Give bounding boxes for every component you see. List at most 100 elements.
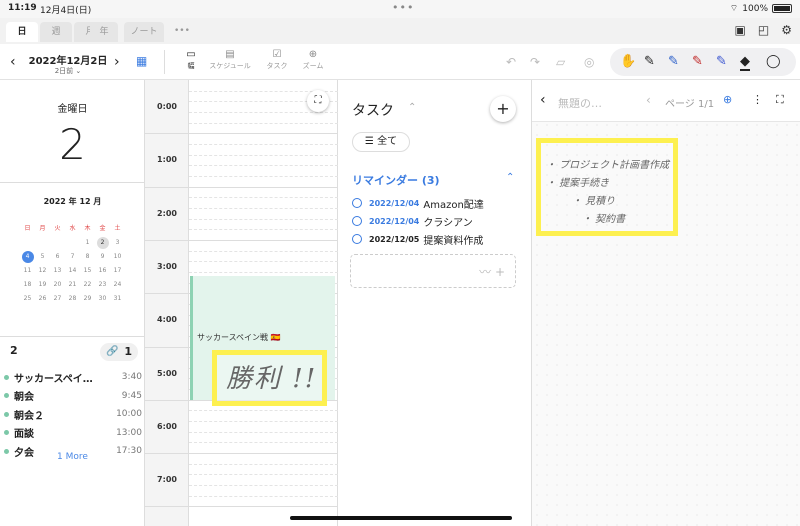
calendar-day[interactable]: 5 [35, 250, 50, 264]
mini-calendar-month[interactable]: 2022 年 12 月 [0, 196, 145, 207]
calendar-day-number: 26 [38, 295, 47, 302]
reminder-header[interactable]: リマインダー (3) [352, 172, 440, 188]
calendar-day[interactable]: 1 [80, 236, 95, 250]
calendar-day[interactable]: 19 [35, 278, 50, 292]
calendar-day[interactable]: 30 [95, 292, 110, 306]
undo-icon[interactable]: ↶ [506, 55, 516, 69]
calendar-day[interactable]: 3 [110, 236, 125, 250]
event-title: 面談 [14, 429, 34, 441]
calendar-day[interactable]: 29 [80, 292, 95, 306]
calendar-day[interactable]: 22 [80, 278, 95, 292]
highlighter-icon[interactable]: ✎ [716, 54, 727, 69]
reminder-item[interactable]: 2022/12/04 Amazon配達 [352, 194, 527, 212]
calendar-day[interactable]: 27 [50, 292, 65, 306]
sub-hour-line [189, 474, 338, 476]
pen-black-icon[interactable]: ✎ [644, 54, 655, 69]
calendar-day[interactable]: 23 [95, 278, 110, 292]
sub-hour-line [189, 207, 338, 209]
date-relative[interactable]: 2日前 ⌄ [26, 66, 110, 76]
gear-icon[interactable]: ⚙ [781, 23, 792, 37]
calendar-day[interactable]: 16 [95, 264, 110, 278]
new-note-icon[interactable]: ▣ [735, 23, 746, 37]
chevron-up-icon[interactable]: ⌃ [408, 102, 416, 113]
new-window-icon[interactable]: ◰ [758, 23, 769, 37]
calendar-day[interactable]: 4 [20, 250, 35, 264]
prev-day-button[interactable]: ‹ [10, 54, 16, 70]
calendar-day-number: 7 [70, 253, 75, 260]
calendar-day[interactable]: 9 [95, 250, 110, 264]
calendar-day[interactable]: 28 [65, 292, 80, 306]
calendar-day[interactable]: 11 [20, 264, 35, 278]
home-indicator[interactable] [290, 516, 512, 520]
tool-zoom-button[interactable]: ⊕ ズーム [298, 49, 328, 71]
calendar-day[interactable]: 2 [95, 236, 110, 250]
calendar-day[interactable]: 8 [80, 250, 95, 264]
reminder-checkbox[interactable] [352, 234, 362, 244]
calendar-today-icon[interactable]: ▦ [136, 54, 147, 68]
event-list-item[interactable]: 朝会 9:45 [4, 387, 142, 406]
more-events-link[interactable]: 1 More [0, 452, 145, 462]
calendar-day [20, 236, 35, 250]
list-icon: ☰ [364, 136, 374, 147]
back-icon[interactable]: ‹ [540, 92, 546, 108]
calendar-day[interactable]: 26 [35, 292, 50, 306]
calendar-day[interactable]: 6 [50, 250, 65, 264]
expand-icon[interactable]: ⛶ [776, 93, 784, 107]
calendar-day-number: 10 [113, 253, 122, 260]
event-list-item[interactable]: 朝会２ 10:00 [4, 405, 142, 424]
more-menu-icon[interactable]: ⋮ [752, 93, 763, 106]
calendar-day[interactable]: 17 [110, 264, 125, 278]
calendar-day[interactable]: 13 [50, 264, 65, 278]
calendar-day[interactable]: 24 [110, 278, 125, 292]
calendar-day[interactable]: 15 [80, 264, 95, 278]
add-task-button[interactable]: + [490, 96, 516, 122]
reminder-item[interactable]: 2022/12/04 クラシアン [352, 212, 527, 230]
prev-page-icon[interactable]: ‹ [646, 93, 651, 107]
date-title[interactable]: 2022年12月2日 [26, 52, 110, 67]
event-list-item[interactable]: 面談 13:00 [4, 424, 142, 443]
ruler-icon[interactable]: ▱ [556, 55, 565, 69]
pen-red-icon[interactable]: ✎ [692, 54, 703, 69]
eraser-icon[interactable]: ◆ [740, 54, 750, 71]
calendar-day[interactable]: 18 [20, 278, 35, 292]
lasso-select-icon[interactable]: ◎ [584, 55, 594, 69]
calendar-day[interactable]: 7 [65, 250, 80, 264]
tool-width-button[interactable]: ▭ 幅 [180, 49, 202, 71]
more-tabs-icon[interactable]: ••• [174, 26, 190, 36]
hand-icon[interactable]: ✋ [620, 54, 636, 69]
calendar-day[interactable]: 25 [20, 292, 35, 306]
add-page-icon[interactable]: ⊕ [723, 93, 732, 106]
calendar-day-number: 30 [98, 295, 107, 302]
task-filter-button[interactable]: ☰ 全て [352, 132, 410, 152]
date-relative-text: 2日前 [54, 67, 74, 75]
note-title[interactable]: 無題の… [558, 95, 602, 111]
reminder-item[interactable]: 2022/12/05 提案資料作成 [352, 230, 527, 248]
calendar-day[interactable]: 31 [110, 292, 125, 306]
linked-count-badge[interactable]: 🔗 1 [100, 343, 138, 361]
tool-task-button[interactable]: ☑ タスク [262, 49, 292, 71]
calendar-day[interactable]: 12 [35, 264, 50, 278]
expand-icon[interactable]: ⛶ [307, 90, 329, 112]
tab-day[interactable]: 日 [6, 22, 38, 42]
calendar-day[interactable]: 21 [65, 278, 80, 292]
calendar-day[interactable]: 20 [50, 278, 65, 292]
redo-icon[interactable]: ↷ [530, 55, 540, 69]
tab-year[interactable]: 年 [90, 22, 118, 42]
day-timeline[interactable]: 0:00 1:00 2:00 3:00 4:00 5:00 6:00 7:00 サッカースペイン… [145, 80, 338, 526]
event-list-item[interactable]: サッカースペイ… 3:40 [4, 368, 142, 387]
chevron-up-icon[interactable]: ⌃ [506, 172, 514, 183]
multitask-dots-icon[interactable]: ••• [392, 1, 414, 14]
calendar-day[interactable]: 14 [65, 264, 80, 278]
tab-week[interactable]: 週 [40, 22, 72, 42]
reminder-checkbox[interactable] [352, 198, 362, 208]
lasso-icon[interactable]: ◯ [766, 54, 781, 69]
note-panel[interactable]: ‹ 無題の… ‹ ページ 1/1 ⊕ ⋮ ⛶ ・ プロジェクト計画書作成 ・ 提… [531, 80, 800, 526]
tool-schedule-button[interactable]: ▤ スケジュール [204, 49, 256, 71]
event-dot [4, 374, 9, 380]
tab-note[interactable]: ノート [124, 22, 164, 42]
next-day-button[interactable]: › [114, 54, 120, 70]
new-task-input-area[interactable]: 〰 + [350, 254, 516, 288]
pen-blue-icon[interactable]: ✎ [668, 54, 679, 69]
calendar-day[interactable]: 10 [110, 250, 125, 264]
reminder-checkbox[interactable] [352, 216, 362, 226]
